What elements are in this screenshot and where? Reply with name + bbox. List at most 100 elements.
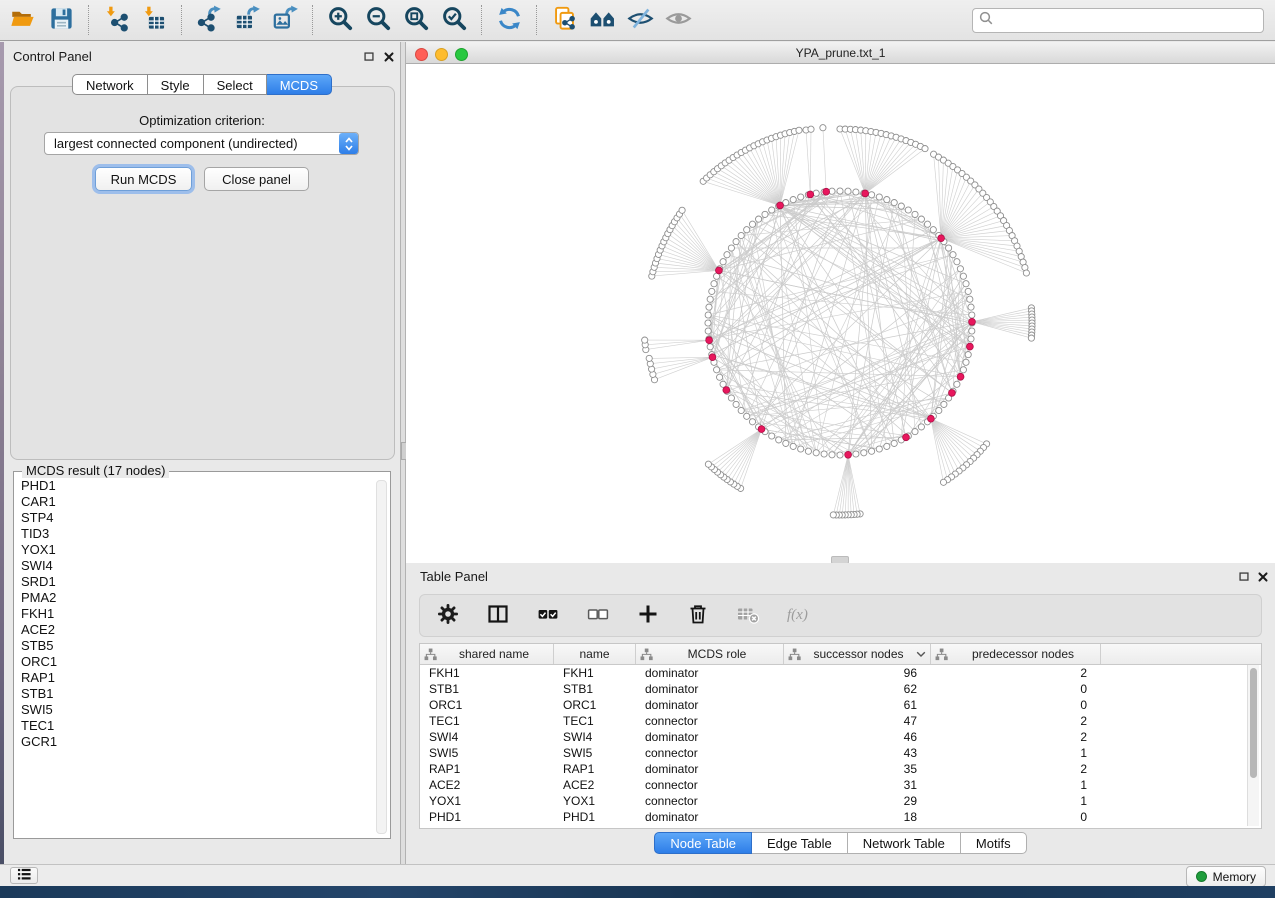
memory-button[interactable]: Memory	[1186, 866, 1266, 887]
tab-edge-table[interactable]: Edge Table	[752, 832, 848, 854]
table-panel: Table Panel f(x) shared namename MCDS rol…	[406, 563, 1275, 864]
cell-predecessor_nodes: 2	[931, 714, 1101, 728]
open-file-button[interactable]	[4, 3, 42, 37]
cell-shared_name: RAP1	[420, 762, 554, 776]
select-all-button[interactable]	[536, 602, 560, 629]
import-table-button[interactable]	[135, 3, 173, 37]
tab-mcds[interactable]: MCDS	[267, 74, 332, 95]
tab-select[interactable]: Select	[204, 74, 267, 95]
cell-shared_name: PHD1	[420, 810, 554, 824]
save-button[interactable]	[42, 3, 80, 37]
cell-mcds_role: connector	[636, 794, 784, 808]
cell-successor_nodes: 18	[784, 810, 931, 824]
table-panel-close-button[interactable]	[1255, 570, 1271, 586]
export-image-button[interactable]	[266, 3, 304, 37]
table-vertical-scrollbar[interactable]	[1247, 665, 1259, 826]
zoom-out-button[interactable]	[359, 3, 397, 37]
import-table-icon	[141, 5, 168, 35]
cell-predecessor_nodes: 1	[931, 746, 1101, 760]
gear-button[interactable]	[436, 602, 460, 629]
column-header-predecessor_nodes[interactable]: predecessor nodes	[931, 644, 1101, 664]
scrollbar-thumb[interactable]	[1250, 668, 1257, 778]
hide-selected-button[interactable]	[621, 3, 659, 37]
zoom-in-button[interactable]	[321, 3, 359, 37]
desktop-wallpaper-strip-bottom	[0, 886, 1275, 898]
cell-name: STB1	[554, 682, 636, 696]
export-table-button[interactable]	[228, 3, 266, 37]
cell-mcds_role: dominator	[636, 762, 784, 776]
import-network-button[interactable]	[97, 3, 135, 37]
run-mcds-button[interactable]: Run MCDS	[95, 167, 192, 191]
trash-button[interactable]	[686, 602, 710, 629]
network-window-titlebar[interactable]: YPA_prune.txt_1	[406, 42, 1275, 64]
zoom-fit-button[interactable]	[397, 3, 435, 37]
close-panel-button[interactable]: Close panel	[204, 167, 309, 191]
mcds-result-item: ORC1	[21, 654, 376, 670]
search-binoculars-icon	[589, 5, 616, 35]
table-row[interactable]: SWI5SWI5connector431	[420, 745, 1261, 761]
control-panel-close-button[interactable]	[381, 50, 397, 66]
table-row[interactable]: FKH1FKH1dominator962	[420, 665, 1261, 681]
search-input[interactable]	[994, 11, 1263, 31]
column-label: MCDS role	[655, 647, 779, 661]
float-icon	[1237, 572, 1251, 587]
task-history-button[interactable]	[10, 867, 38, 884]
tree-icon	[788, 648, 801, 661]
tab-motifs[interactable]: Motifs	[961, 832, 1027, 854]
mcds-result-item: PMA2	[21, 590, 376, 606]
table-row[interactable]: SWI4SWI4dominator462	[420, 729, 1261, 745]
table-body: FKH1FKH1dominator962STB1STB1dominator620…	[420, 665, 1261, 825]
cell-name: PHD1	[554, 810, 636, 824]
memory-status-icon	[1196, 871, 1207, 882]
split-columns-button[interactable]	[486, 602, 510, 629]
cell-predecessor_nodes: 0	[931, 810, 1101, 824]
table-row[interactable]: PHD1PHD1dominator180	[420, 809, 1261, 825]
table-row[interactable]: TEC1TEC1connector472	[420, 713, 1261, 729]
float-icon	[362, 52, 376, 67]
table-panel-title: Table Panel	[420, 569, 488, 584]
toolbar-search[interactable]	[972, 8, 1264, 33]
refresh-button[interactable]	[490, 3, 528, 37]
export-network-button[interactable]	[190, 3, 228, 37]
delete-table-button	[736, 602, 760, 629]
cell-mcds_role: dominator	[636, 682, 784, 696]
deselect-all-button[interactable]	[586, 602, 610, 629]
table-panel-tabs: Node TableEdge TableNetwork TableMotifs	[406, 832, 1275, 854]
column-header-successor_nodes[interactable]: successor nodes	[784, 644, 931, 664]
control-panel-float-button[interactable]	[361, 50, 377, 66]
tab-style[interactable]: Style	[148, 74, 204, 95]
table-row[interactable]: ACE2ACE2connector311	[420, 777, 1261, 793]
table-row[interactable]: YOX1YOX1connector291	[420, 793, 1261, 809]
tab-network[interactable]: Network	[72, 74, 148, 95]
column-header-name[interactable]: name	[554, 644, 636, 664]
clone-network-button[interactable]	[545, 3, 583, 37]
cell-successor_nodes: 96	[784, 666, 931, 680]
split-columns-icon	[486, 602, 510, 629]
cell-name: SWI5	[554, 746, 636, 760]
table-row[interactable]: RAP1RAP1dominator352	[420, 761, 1261, 777]
tab-network-table[interactable]: Network Table	[848, 832, 961, 854]
cell-predecessor_nodes: 1	[931, 794, 1101, 808]
mcds-result-scrollbar[interactable]	[376, 480, 387, 834]
cell-name: RAP1	[554, 762, 636, 776]
mcds-result-list[interactable]: PHD1CAR1STP4TID3YOX1SWI4SRD1PMA2FKH1ACE2…	[14, 478, 376, 834]
table-row[interactable]: ORC1ORC1dominator610	[420, 697, 1261, 713]
cell-name: FKH1	[554, 666, 636, 680]
column-header-shared_name[interactable]: shared name	[420, 644, 554, 664]
tab-node-table[interactable]: Node Table	[654, 832, 752, 854]
search-binoculars-button[interactable]	[583, 3, 621, 37]
zoom-selected-button[interactable]	[435, 3, 473, 37]
mcds-result-item: TEC1	[21, 718, 376, 734]
mcds-result-item: STB5	[21, 638, 376, 654]
control-panel: Control Panel NetworkStyleSelectMCDS Opt…	[4, 42, 400, 864]
optimization-criterion-select[interactable]: largest connected component (undirected)	[44, 132, 359, 155]
show-all-button[interactable]	[659, 3, 697, 37]
deselect-all-icon	[586, 602, 610, 629]
mcds-result-item: FKH1	[21, 606, 376, 622]
network-canvas[interactable]	[406, 64, 1275, 563]
add-button[interactable]	[636, 602, 660, 629]
column-header-mcds_role[interactable]: MCDS role	[636, 644, 784, 664]
fx-icon: f(x)	[786, 602, 810, 629]
table-panel-float-button[interactable]	[1236, 570, 1252, 586]
table-row[interactable]: STB1STB1dominator620	[420, 681, 1261, 697]
